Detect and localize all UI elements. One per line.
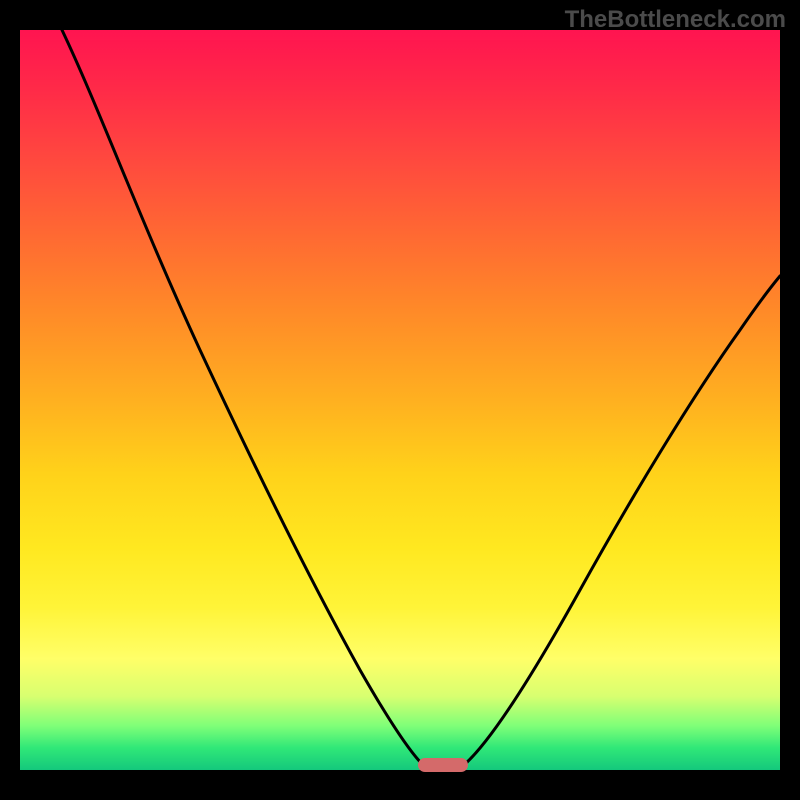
bottleneck-curve-right xyxy=(464,276,780,765)
chart-container: TheBottleneck.com xyxy=(0,0,800,800)
bottleneck-curve-left xyxy=(62,30,423,765)
optimal-marker xyxy=(418,758,468,772)
chart-overlay xyxy=(20,30,780,770)
